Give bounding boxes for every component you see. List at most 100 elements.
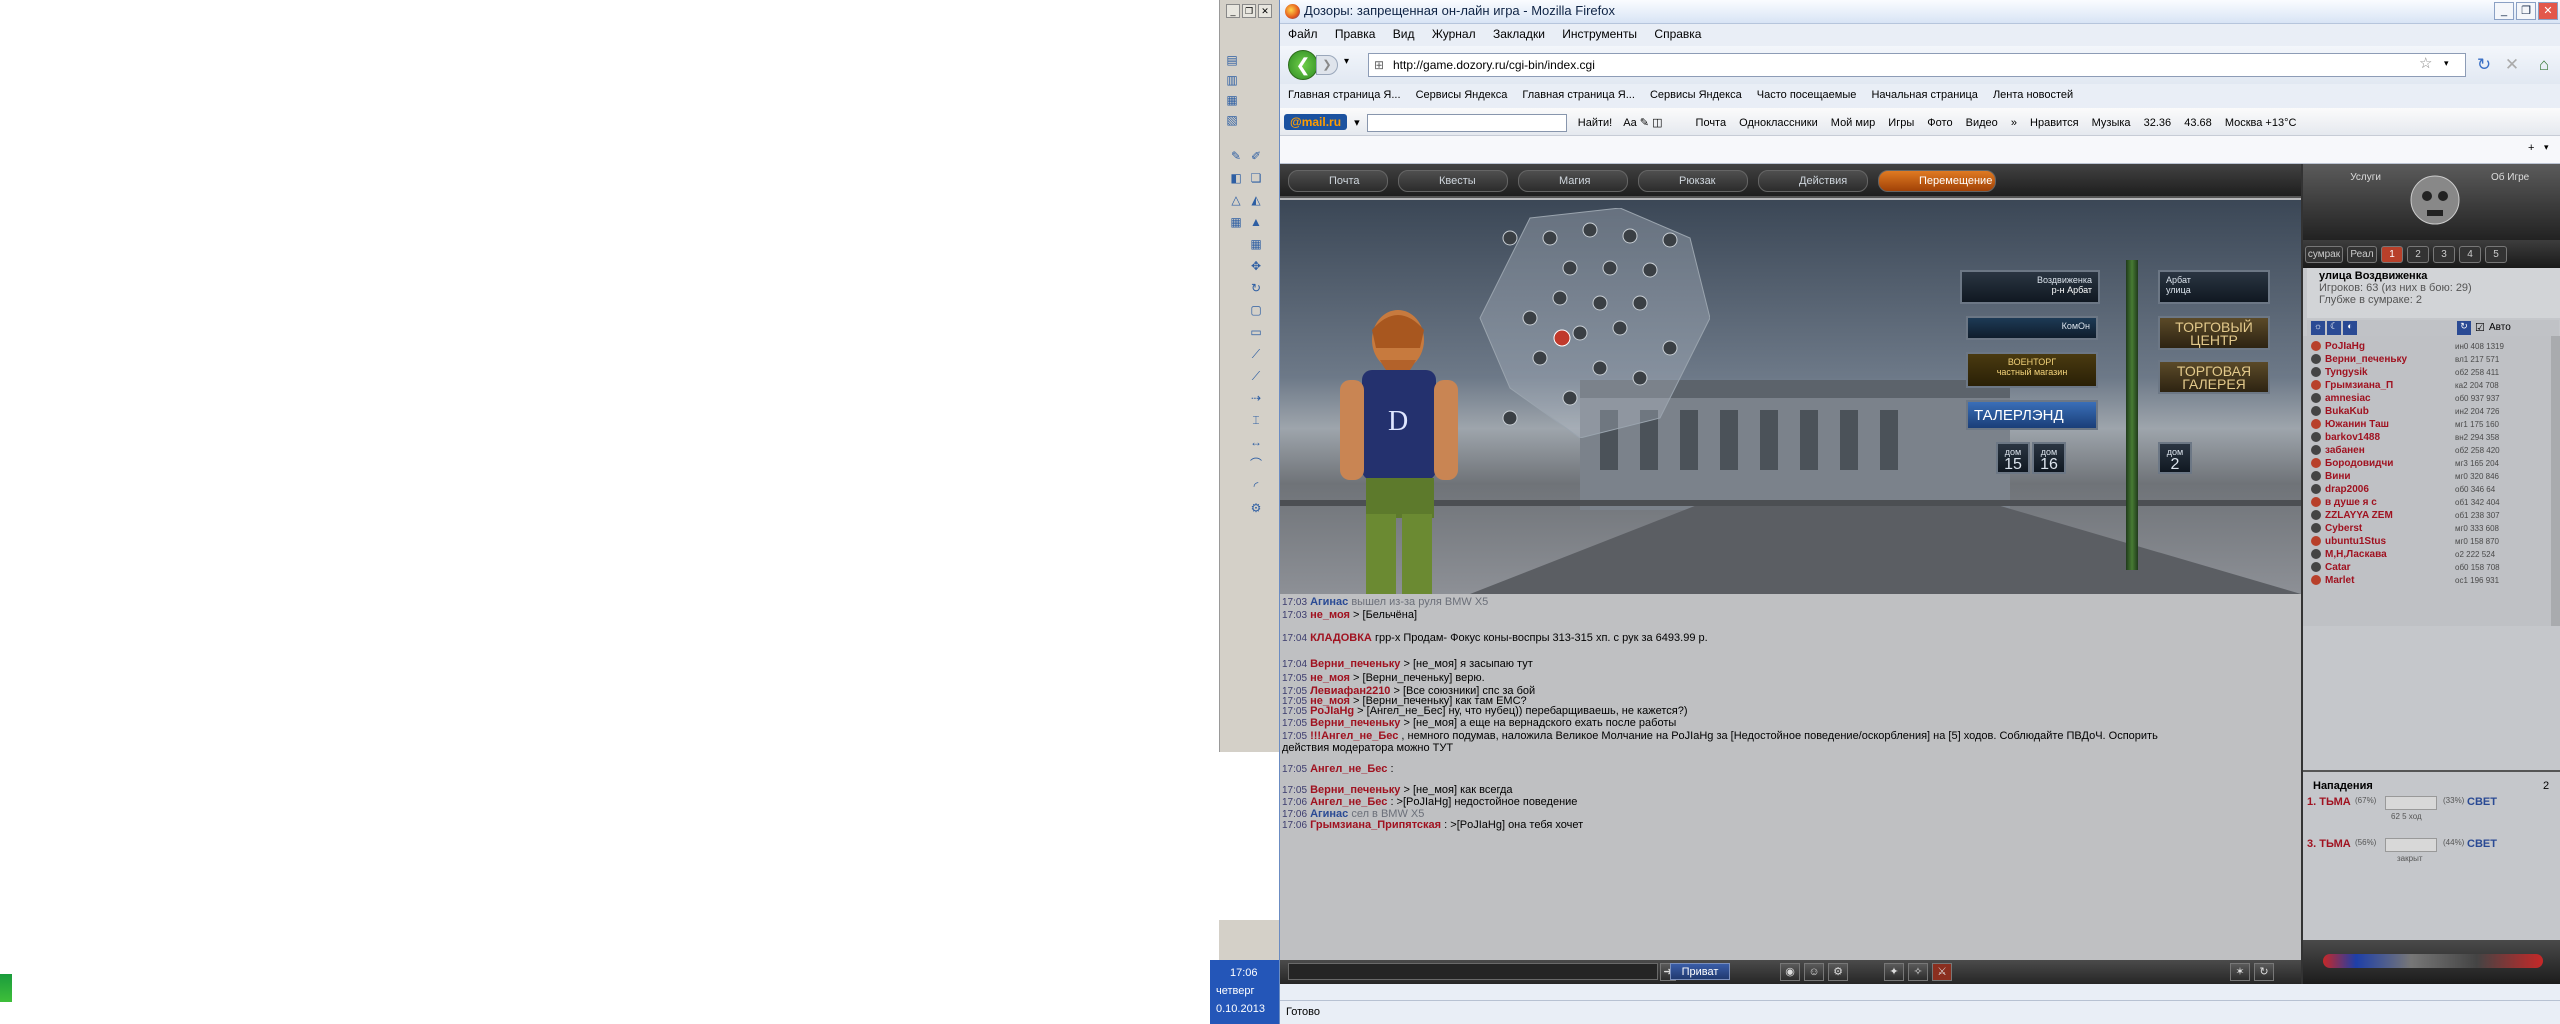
bookmark-item[interactable]: Сервисы Яндекса <box>1650 89 1742 101</box>
menu-help[interactable]: Справка <box>1654 27 1701 41</box>
rect-icon[interactable]: ▭ <box>1248 324 1264 340</box>
layers-icon[interactable]: ❏ <box>1248 170 1264 186</box>
filter-icon[interactable]: ☾ <box>2327 321 2341 335</box>
player-list-scrollbar[interactable] <box>2551 336 2560 626</box>
mail-link[interactable]: Нравится <box>2030 117 2079 129</box>
attack-icon[interactable]: ⚔ <box>1932 963 1952 981</box>
chat-nick[interactable]: Ангел_не_Бес <box>1310 796 1387 808</box>
player-row[interactable]: Грымзиана_П ка2 204 708 <box>2311 379 2547 392</box>
player-name[interactable]: Marlet <box>2325 574 2354 587</box>
mail-find-button[interactable]: Найти! <box>1578 117 1612 129</box>
action-icon[interactable]: ✦ <box>1884 963 1904 981</box>
mail-link[interactable]: Мой мир <box>1831 117 1875 129</box>
player-name[interactable]: Верни_печеньку <box>2325 353 2407 366</box>
player-row[interactable]: Верни_печеньку вл1 217 571 <box>2311 353 2547 366</box>
bg-restore-button[interactable]: ❐ <box>1242 4 1256 18</box>
bookmark-item[interactable]: Начальная страница <box>1871 89 1977 101</box>
mail-link[interactable]: Игры <box>1888 117 1914 129</box>
tab-level-2[interactable]: 2 <box>2407 246 2429 263</box>
player-row[interactable]: Вини мг0 320 846 <box>2311 470 2547 483</box>
new-tab-icon[interactable]: + <box>2528 142 2534 154</box>
mail-link[interactable]: Одноклассники <box>1739 117 1818 129</box>
brush-icon[interactable]: ✐ <box>1248 148 1264 164</box>
bookmark-item[interactable]: Сервисы Яндекса <box>1416 89 1508 101</box>
side-tool-icon[interactable]: ▤ <box>1224 52 1240 68</box>
player-name[interactable]: PoJIaHg <box>2325 340 2365 353</box>
nav-backpack[interactable]: Рюкзак <box>1638 170 1748 192</box>
measure-icon[interactable]: ↔ <box>1248 434 1264 450</box>
minimize-button[interactable]: _ <box>2494 2 2514 20</box>
close-button[interactable]: ✕ <box>2538 2 2558 20</box>
line-icon[interactable]: ⟋ <box>1248 346 1264 362</box>
refresh-icon[interactable]: ↻ <box>2457 321 2471 335</box>
stop-icon[interactable]: ✕ <box>2501 54 2523 76</box>
player-name[interactable]: Южанин Таш <box>2325 418 2389 431</box>
history-dropdown-icon[interactable]: ▾ <box>1344 56 1349 67</box>
chat-nick[interactable]: Агинас <box>1310 596 1348 608</box>
settings-icon[interactable]: ⚙ <box>1828 963 1848 981</box>
mail-dropdown-icon[interactable]: ▾ <box>1354 117 1360 129</box>
player-name[interactable]: Бородовидчи <box>2325 457 2393 470</box>
camera-icon[interactable]: ◉ <box>1780 963 1800 981</box>
sign-street-right[interactable]: Арбат улица <box>2158 270 2270 304</box>
player-row[interactable]: BukaKub ин2 204 726 <box>2311 405 2547 418</box>
tab-level-5[interactable]: 5 <box>2485 246 2507 263</box>
rotate-icon[interactable]: ↻ <box>1248 280 1264 296</box>
player-row[interactable]: М,Н,Ласкава о2 222 524 <box>2311 548 2547 561</box>
player-name[interactable]: ubuntu1Stus <box>2325 535 2386 548</box>
chat-nick[interactable]: Грымзиана_Припятская <box>1310 819 1441 831</box>
house-sign[interactable]: дом 15 <box>1996 442 2030 474</box>
wand-icon[interactable]: ✶ <box>2230 963 2250 981</box>
triangle-icon[interactable]: △ <box>1228 192 1244 208</box>
bg-minimize-button[interactable]: _ <box>1226 4 1240 18</box>
mail-link[interactable]: Музыка <box>2092 117 2131 129</box>
arrow-icon[interactable]: ⇢ <box>1248 390 1264 406</box>
player-row[interactable]: в душе я с об1 342 404 <box>2311 496 2547 509</box>
mail-link[interactable]: Видео <box>1966 117 1998 129</box>
player-name[interactable]: Грымзиана_П <box>2325 379 2393 392</box>
menu-bookmarks[interactable]: Закладки <box>1493 27 1545 41</box>
player-row[interactable]: drap2006 об0 346 64 <box>2311 483 2547 496</box>
sign-talerland[interactable]: ТАЛЕРЛЭНД <box>1966 400 2098 430</box>
player-name[interactable]: М,Н,Ласкава <box>2325 548 2387 561</box>
more-chevron[interactable]: » <box>2011 117 2017 129</box>
layer-icon[interactable]: ◧ <box>1228 170 1244 186</box>
chat-nick[interactable]: не_моя <box>1310 609 1350 621</box>
player-row[interactable]: amnesiac об0 937 937 <box>2311 392 2547 405</box>
player-row[interactable]: Tyngysik об2 258 411 <box>2311 366 2547 379</box>
address-bar[interactable]: ⊞ http://game.dozory.ru/cgi-bin/index.cg… <box>1368 53 2466 77</box>
chat-nick[interactable]: Верни_печеньку <box>1310 658 1400 670</box>
chat-nick[interactable]: Верни_печеньку <box>1310 784 1400 796</box>
player-name[interactable]: Cyberst <box>2325 522 2362 535</box>
chat-nick[interactable]: КЛАДОВКА <box>1310 632 1372 644</box>
mail-link[interactable]: Почта <box>1696 117 1727 129</box>
player-name[interactable]: Tyngysik <box>2325 366 2368 379</box>
player-row[interactable]: Catar об0 158 708 <box>2311 561 2547 574</box>
select-icon[interactable]: ▢ <box>1248 302 1264 318</box>
smiley-icon[interactable]: ☺ <box>1804 963 1824 981</box>
maximize-button[interactable]: ❐ <box>2516 2 2536 20</box>
tab-level-3[interactable]: 3 <box>2433 246 2455 263</box>
side-tool-icon[interactable]: ▥ <box>1224 72 1240 88</box>
player-row[interactable]: barkov1488 вн2 294 358 <box>2311 431 2547 444</box>
tool-icon[interactable]: ⚙ <box>1248 500 1264 516</box>
sign-street-left[interactable]: Воздвиженка р-н Арбат <box>1960 270 2100 304</box>
move-icon[interactable]: ✥ <box>1248 258 1264 274</box>
player-name[interactable]: BukaKub <box>2325 405 2369 418</box>
tab-real[interactable]: Реал <box>2347 246 2377 263</box>
chat-nick[interactable]: Верни_печеньку <box>1310 717 1400 729</box>
house-sign[interactable]: дом 16 <box>2032 442 2066 474</box>
services-button[interactable]: Услуги <box>2311 172 2381 190</box>
triangle-icon[interactable]: ▲ <box>1248 214 1264 230</box>
menu-view[interactable]: Вид <box>1393 27 1415 41</box>
side-tool-icon[interactable]: ▧ <box>1224 112 1240 128</box>
player-row[interactable]: ZZLAYYA ZEM об1 238 307 <box>2311 509 2547 522</box>
forward-button[interactable]: ❯ <box>1316 55 1338 75</box>
curve-icon[interactable]: ◜ <box>1248 478 1264 494</box>
player-row[interactable]: Бородовидчи мг3 165 204 <box>2311 457 2547 470</box>
chat-nick[interactable]: !!!Ангел_не_Бес <box>1310 730 1398 742</box>
player-name[interactable]: drap2006 <box>2325 483 2369 496</box>
curve-icon[interactable]: ⌒ <box>1248 456 1264 472</box>
player-name[interactable]: забанен <box>2325 444 2365 457</box>
player-name[interactable]: Catar <box>2325 561 2351 574</box>
